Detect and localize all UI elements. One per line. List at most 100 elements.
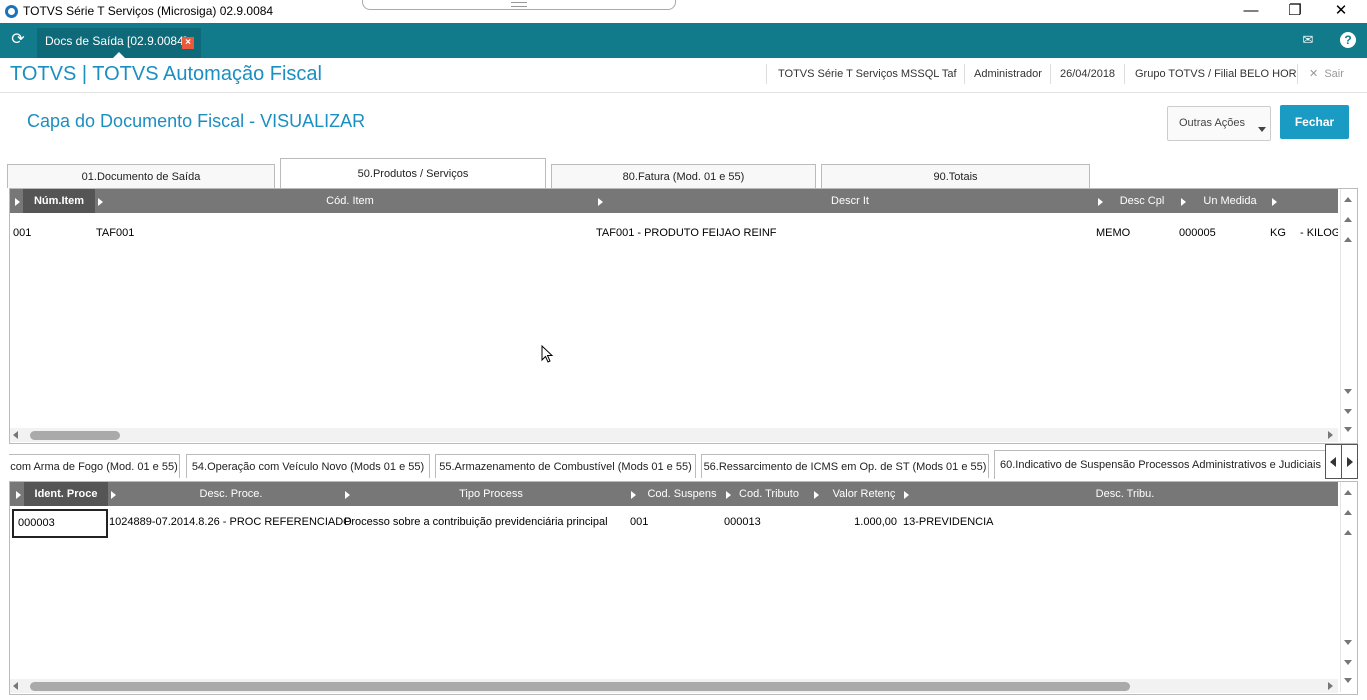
subtab-suspensao-processos[interactable]: 60.Indicativo de Suspensão Processos Adm… [994, 450, 1327, 479]
tab-fatura[interactable]: 80.Fatura (Mod. 01 e 55) [551, 164, 816, 188]
column-header-cod-suspens[interactable]: Cod. Suspens [638, 482, 726, 506]
scroll-page-up-icon[interactable] [1344, 217, 1352, 222]
column-header-cod-tributo[interactable]: Cod. Tributo [732, 482, 806, 506]
scrollbar-thumb[interactable] [30, 431, 120, 440]
tab-docs-saida-label: Docs de Saída [02.9.0084] [45, 34, 188, 48]
close-window-button[interactable]: ✕ [1326, 2, 1356, 20]
cell-cod-tributo: 000013 [724, 516, 761, 528]
tab-docs-saida[interactable]: Docs de Saída [02.9.0084] × [37, 28, 201, 58]
scroll-page-down-icon[interactable] [1344, 660, 1352, 665]
cell-cod-suspens: 001 [630, 516, 649, 528]
scroll-up-icon[interactable] [1344, 490, 1352, 495]
scroll-page-up-icon[interactable] [1344, 510, 1352, 515]
column-arrow-icon [98, 198, 103, 206]
cell-un-medida: 000005 [1179, 227, 1216, 239]
scroll-bottom-icon[interactable] [1344, 427, 1352, 432]
maximize-button[interactable]: ❐ [1280, 2, 1310, 20]
app-logo-icon [5, 5, 18, 18]
process-horizontal-scrollbar[interactable] [10, 679, 1338, 693]
column-header-descr-item[interactable]: Descr It [605, 189, 1095, 213]
scroll-right-icon[interactable] [1328, 431, 1333, 439]
scroll-up-icon[interactable] [1344, 197, 1352, 202]
subtab-next-button[interactable] [1341, 444, 1358, 479]
scroll-top-icon[interactable] [1344, 530, 1352, 535]
scroll-left-icon[interactable] [13, 431, 18, 439]
column-arrow-icon [16, 491, 21, 499]
subtab-combustivel[interactable]: 55.Armazenamento de Combustível (Mods 01… [435, 454, 696, 478]
column-header-desc-cpl[interactable]: Desc Cpl [1106, 189, 1178, 213]
cell-valor-retenc: 1.000,00 [854, 516, 897, 528]
scroll-top-icon[interactable] [1344, 237, 1352, 242]
products-vertical-scrollbar[interactable] [1340, 189, 1356, 441]
cell-num-item: 001 [13, 227, 32, 239]
column-arrow-icon [726, 491, 731, 499]
chevron-left-icon [1330, 457, 1336, 467]
drag-handle[interactable] [362, 0, 676, 10]
column-arrow-icon [111, 491, 116, 499]
help-icon[interactable]: ? [1340, 32, 1356, 48]
chevron-right-icon [1347, 457, 1353, 467]
other-actions-label: Outras Ações [1179, 117, 1246, 129]
scroll-bottom-icon[interactable] [1344, 678, 1352, 683]
products-horizontal-scrollbar[interactable] [10, 428, 1338, 442]
column-arrow-icon [904, 491, 909, 499]
subtab-arma-fogo[interactable]: com Arma de Fogo (Mod. 01 e 55) [9, 454, 180, 478]
column-arrow-icon [1272, 198, 1277, 206]
column-arrow-icon [814, 491, 819, 499]
module-tab-bar: ⟳ Docs de Saída [02.9.0084] × ✉ ? [0, 23, 1367, 58]
column-header-num-item[interactable]: Núm.Item [23, 189, 95, 213]
scroll-left-icon[interactable] [13, 682, 18, 690]
window-title-bar: TOTVS Série T Serviços (Microsiga) 02.9.… [0, 0, 1367, 23]
column-arrow-icon [598, 198, 603, 206]
divider [964, 64, 965, 84]
other-actions-button[interactable]: Outras Ações [1167, 106, 1271, 141]
app-header: TOTVS | TOTVS Automação Fiscal TOTVS Sér… [0, 58, 1367, 93]
process-vertical-scrollbar[interactable] [1340, 482, 1356, 692]
cell-unit-code: KG [1270, 227, 1286, 239]
column-header-cod-item[interactable]: Cód. Item [105, 189, 595, 213]
tab-documento-saida[interactable]: 01.Documento de Saída [7, 164, 275, 188]
column-arrow-icon [1098, 198, 1103, 206]
scrollbar-thumb[interactable] [30, 682, 1130, 691]
cell-desc-proce: 1024889-07.2014.8.26 - PROC REFERENCIADO [109, 516, 352, 528]
column-header-desc-proce[interactable]: Desc. Proce. [118, 482, 344, 506]
scroll-right-icon[interactable] [1328, 682, 1333, 690]
divider [766, 64, 767, 84]
divider [1124, 64, 1125, 84]
column-arrow-icon [1181, 198, 1186, 206]
minimize-button[interactable]: — [1236, 2, 1266, 20]
column-header-un-medida[interactable]: Un Medida [1188, 189, 1272, 213]
scroll-down-icon[interactable] [1344, 640, 1352, 645]
cell-tipo-process: Processo sobre a contribuição previdenci… [344, 516, 608, 528]
subtab-ressarcimento-icms[interactable]: 56.Ressarcimento de ICMS em Op. de ST (M… [701, 454, 989, 478]
column-header-desc-tribu[interactable]: Desc. Tribu. [912, 482, 1338, 506]
mail-icon[interactable]: ✉ [1300, 33, 1316, 47]
cell-descr-item: TAF001 - PRODUTO FEIJAO REINF [596, 227, 777, 239]
cell-unit-desc: - KILOG [1300, 227, 1338, 239]
tab-produtos-servicos[interactable]: 50.Produtos / Serviços [280, 158, 546, 189]
tab-totais[interactable]: 90.Totais [821, 164, 1090, 188]
column-header-tipo-process[interactable]: Tipo Process [352, 482, 630, 506]
divider [1050, 64, 1051, 84]
home-icon[interactable]: ⟳ [9, 31, 27, 49]
column-arrow-icon [631, 491, 636, 499]
mouse-cursor-icon [541, 345, 554, 363]
cell-ident-proce[interactable]: 000003 [12, 509, 108, 538]
chevron-down-icon [1258, 127, 1266, 132]
subtab-veiculo-novo[interactable]: 54.Operação com Veículo Novo (Mods 01 e … [186, 454, 430, 478]
process-grid-header: Ident. Proce Desc. Proce. Tipo Process C… [10, 482, 1338, 506]
close-tab-icon[interactable]: × [182, 37, 194, 49]
subtab-prev-button[interactable] [1325, 444, 1342, 479]
products-grid-header: Núm.Item Cód. Item Descr It Desc Cpl Un … [10, 189, 1338, 213]
scroll-page-down-icon[interactable] [1344, 409, 1352, 414]
column-header-ident-proce[interactable]: Ident. Proce [24, 482, 108, 506]
close-button[interactable]: Fechar [1280, 105, 1349, 139]
cell-desc-tribu: 13-PREVIDENCIA [903, 516, 994, 528]
app-title: TOTVS | TOTVS Automação Fiscal [10, 63, 322, 85]
exit-label: Sair [1324, 68, 1344, 80]
column-header-valor-retenc[interactable]: Valor Retenç [821, 482, 907, 506]
user-label: Administrador [974, 68, 1042, 80]
page-title: Capa do Documento Fiscal - VISUALIZAR [27, 111, 366, 131]
exit-button[interactable]: ✕ Sair [1309, 67, 1344, 80]
scroll-down-icon[interactable] [1344, 389, 1352, 394]
